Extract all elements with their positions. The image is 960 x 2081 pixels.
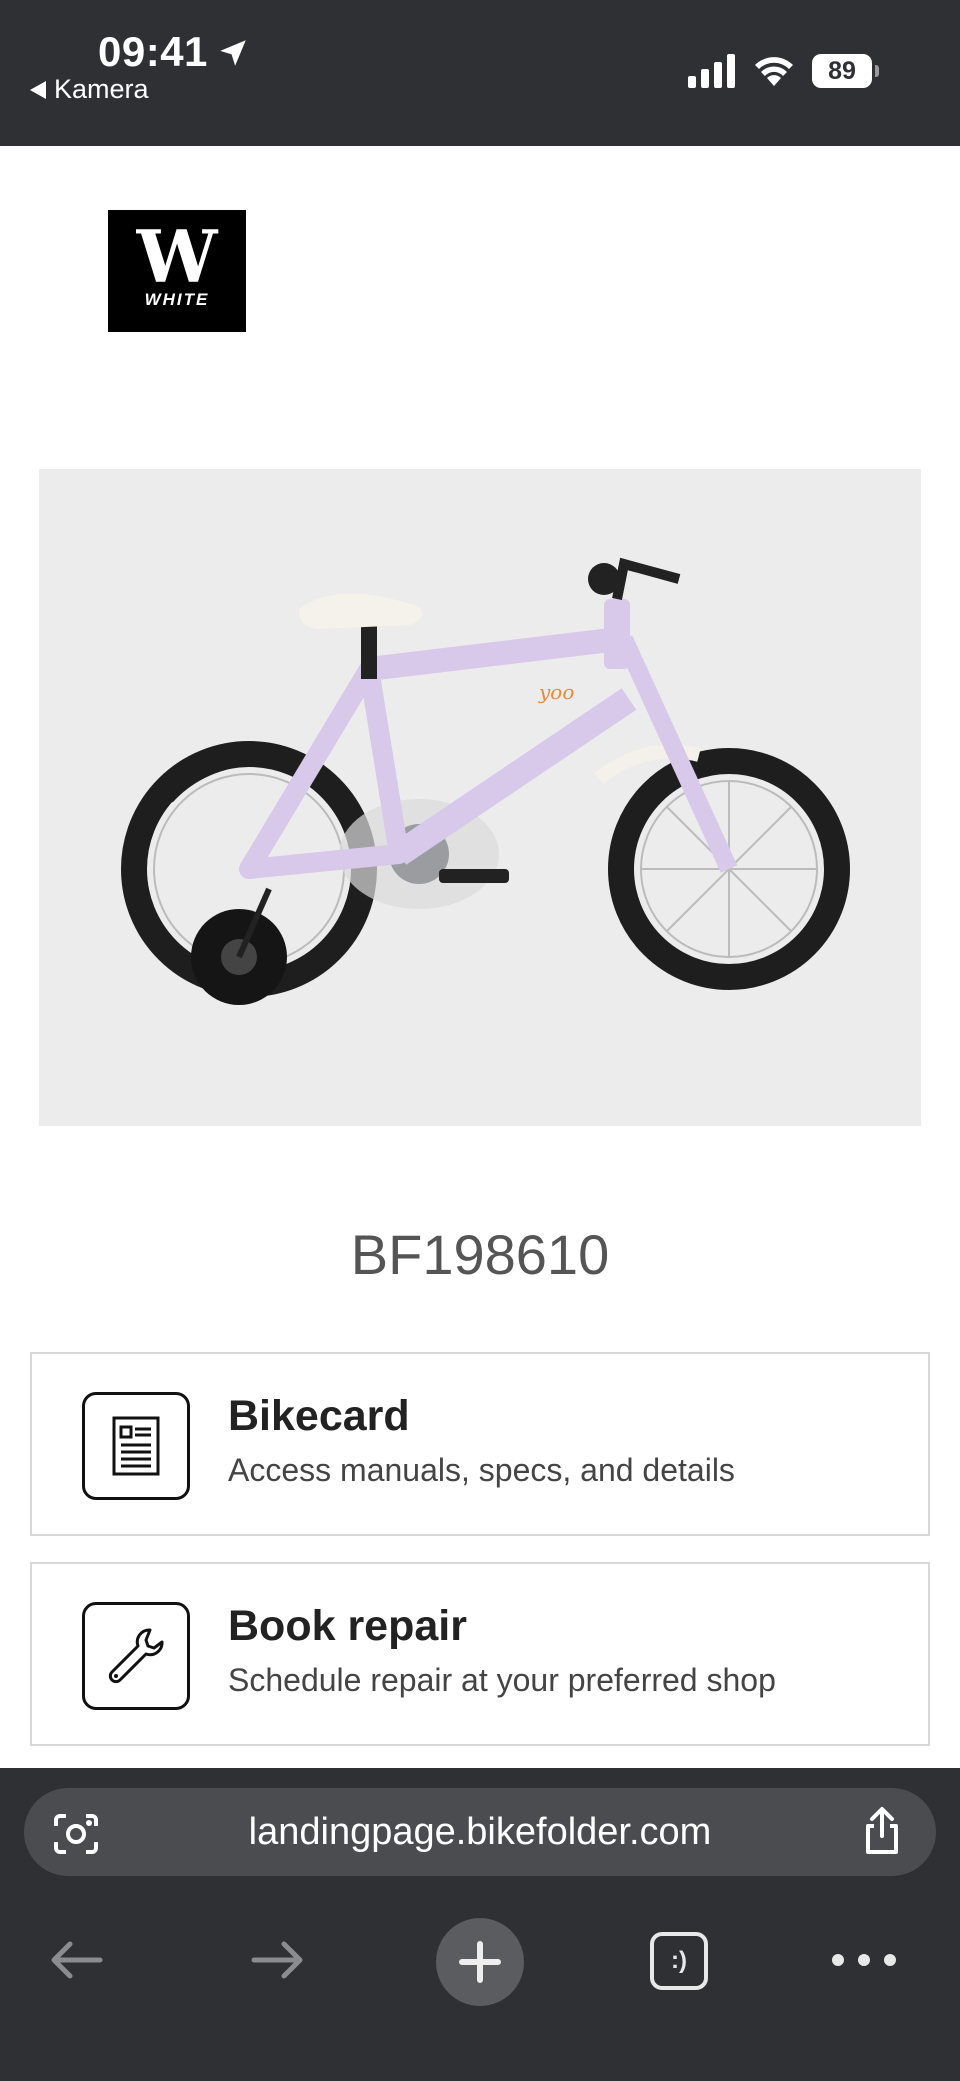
browser-toolbar: landingpage.bikefolder.com :) (0, 1768, 960, 2081)
wifi-icon (755, 57, 793, 86)
book-repair-link[interactable]: Book repair Schedule repair at your pref… (30, 1562, 930, 1746)
white-brand-logo: W WHITE (108, 210, 246, 332)
back-triangle-icon (30, 80, 46, 99)
more-dot-icon (884, 1954, 896, 1966)
bikecard-link[interactable]: Bikecard Access manuals, specs, and deta… (30, 1352, 930, 1536)
share-icon[interactable] (860, 1806, 904, 1856)
book-repair-description: Schedule repair at your preferred shop (228, 1662, 776, 1698)
wrench-icon (82, 1602, 190, 1710)
location-arrow-icon (220, 40, 246, 66)
logo-text: WHITE (144, 290, 210, 309)
battery-tip (875, 65, 879, 77)
forward-button[interactable] (248, 1930, 308, 1990)
battery-level: 89 (812, 54, 872, 88)
back-app-label: Kamera (54, 74, 149, 104)
svg-text:yoo: yoo (538, 680, 574, 704)
arrow-right-icon (251, 1941, 303, 1979)
back-to-app-link[interactable]: Kamera (30, 74, 149, 105)
more-dot-icon (858, 1954, 870, 1966)
book-repair-title: Book repair (228, 1602, 467, 1650)
cellular-signal-icon (688, 54, 735, 88)
more-options-button[interactable] (832, 1948, 896, 1972)
tab-switcher-button[interactable]: :) (650, 1932, 708, 1990)
kids-bike-illustration: yoo (39, 469, 921, 1126)
bikecard-description: Access manuals, specs, and details (228, 1452, 735, 1488)
document-icon (82, 1392, 190, 1500)
logo-letter: W (136, 214, 218, 299)
new-tab-button[interactable] (436, 1918, 524, 2006)
address-bar[interactable]: landingpage.bikefolder.com (24, 1788, 936, 1876)
bike-product-image: yoo (39, 469, 921, 1126)
status-bar: 09:41 Kamera 89 (0, 0, 960, 146)
browser-nav-row: :) (0, 1898, 960, 2028)
battery-indicator: 89 (812, 54, 879, 88)
plus-icon (459, 1941, 501, 1983)
bikecard-title: Bikecard (228, 1392, 410, 1440)
back-button[interactable] (46, 1930, 106, 1990)
clock: 09:41 (98, 28, 208, 75)
url-text: landingpage.bikefolder.com (248, 1811, 712, 1853)
more-dot-icon (832, 1954, 844, 1966)
bike-serial-number: BF198610 (350, 1223, 610, 1286)
arrow-left-icon (51, 1941, 103, 1979)
